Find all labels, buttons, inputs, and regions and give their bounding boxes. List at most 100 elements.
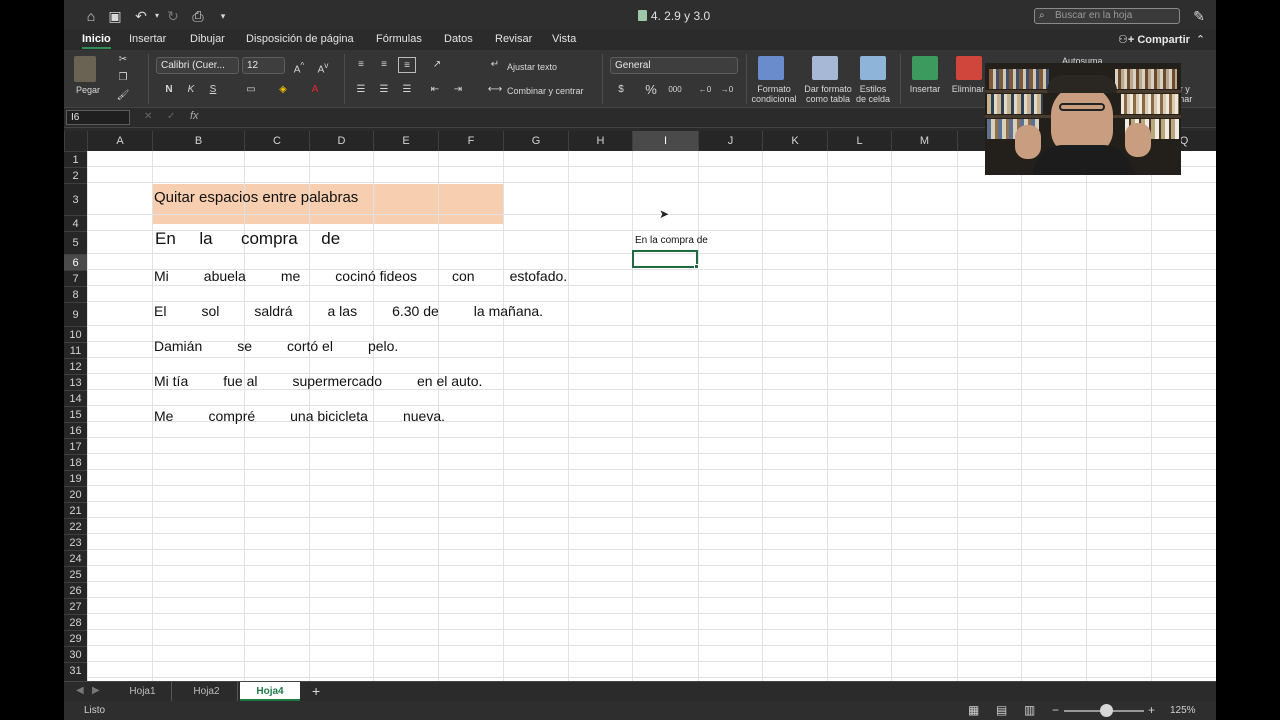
column-header[interactable]: E	[373, 131, 438, 151]
tab-insertar[interactable]: Insertar	[129, 33, 166, 45]
orientation-icon[interactable]: ↗	[428, 57, 446, 73]
cell-b3[interactable]: Quitar espacios entre palabras	[154, 189, 358, 206]
cut-icon[interactable]: ✂	[114, 52, 132, 68]
zoom-level[interactable]: 125%	[1170, 705, 1196, 716]
row-header[interactable]: 4	[64, 215, 87, 231]
row-header[interactable]: 2	[64, 167, 87, 183]
row-header[interactable]: 31	[64, 662, 87, 678]
row-header[interactable]: 22	[64, 518, 87, 534]
row-header[interactable]: 21	[64, 502, 87, 518]
next-sheet-icon[interactable]: ▶	[92, 685, 100, 696]
align-center-icon[interactable]: ☰	[375, 82, 393, 98]
align-left-icon[interactable]: ☰	[352, 82, 370, 98]
merge-center-icon[interactable]: ⟷	[486, 82, 504, 98]
cell-styles-label[interactable]: Estilos de celda	[850, 84, 896, 104]
zoom-out-icon[interactable]: −	[1052, 703, 1059, 717]
align-right-icon[interactable]: ☰	[398, 82, 416, 98]
row-header[interactable]: 7	[64, 270, 87, 286]
column-header[interactable]: K	[762, 131, 827, 151]
normal-view-icon[interactable]: ▦	[968, 703, 979, 717]
copy-icon[interactable]: ❐	[114, 70, 132, 86]
wrap-text-icon[interactable]: ↵	[486, 57, 504, 73]
page-layout-view-icon[interactable]: ▤	[996, 703, 1007, 717]
cell-styles-icon[interactable]	[860, 56, 886, 80]
tab-datos[interactable]: Datos	[444, 33, 473, 45]
underline-button[interactable]: S	[204, 82, 222, 98]
cell-b9[interactable]: El sol saldrá a las 6.30 de la mañana.	[154, 303, 543, 319]
row-header[interactable]: 23	[64, 534, 87, 550]
increase-decimal-icon[interactable]: ←0	[696, 82, 714, 98]
row-header[interactable]: 1	[64, 151, 87, 167]
row-header[interactable]: 13	[64, 374, 87, 390]
cell-b13[interactable]: Mi tía fue al supermercado en el auto.	[154, 373, 482, 389]
name-box[interactable]: I6	[66, 110, 130, 125]
row-header[interactable]: 17	[64, 438, 87, 454]
borders-icon[interactable]: ▭	[242, 82, 260, 98]
delete-cells-label[interactable]: Eliminar	[948, 84, 988, 94]
row-header[interactable]: 9	[64, 302, 87, 326]
column-header[interactable]: J	[698, 131, 762, 151]
tab-revisar[interactable]: Revisar	[495, 33, 532, 45]
worksheet-grid[interactable]: Quitar espacios entre palabras En la com…	[87, 151, 1216, 681]
row-header[interactable]: 5	[64, 231, 87, 254]
confirm-formula-icon[interactable]: ✓	[167, 111, 175, 122]
row-header[interactable]: 28	[64, 614, 87, 630]
redo-icon[interactable]: ↻	[164, 7, 182, 25]
format-as-table-label[interactable]: Dar formato como tabla	[800, 84, 856, 104]
tab-vista[interactable]: Vista	[552, 33, 576, 45]
column-header[interactable]: M	[891, 131, 957, 151]
cell-b5[interactable]: En la compra de	[155, 229, 340, 249]
account-icon[interactable]: ✎	[1190, 7, 1208, 25]
row-header[interactable]: 6	[64, 254, 87, 270]
column-header[interactable]: G	[503, 131, 568, 151]
column-header[interactable]: C	[244, 131, 309, 151]
row-header[interactable]: 14	[64, 390, 87, 406]
format-painter-icon[interactable]: 🖌	[114, 88, 132, 104]
row-header[interactable]: 29	[64, 630, 87, 646]
row-header[interactable]: 20	[64, 486, 87, 502]
row-header[interactable]: 15	[64, 406, 87, 422]
wrap-text-label[interactable]: Ajustar texto	[507, 62, 557, 72]
delete-cells-icon[interactable]	[956, 56, 982, 80]
conditional-format-icon[interactable]	[758, 56, 784, 80]
selected-cell-i6[interactable]	[632, 250, 698, 268]
bold-button[interactable]: N	[160, 82, 178, 98]
cell-b15[interactable]: Me compré una bicicleta nueva.	[154, 408, 445, 424]
row-header[interactable]: 18	[64, 454, 87, 470]
tab-inicio[interactable]: Inicio	[82, 33, 111, 49]
row-header[interactable]: 8	[64, 286, 87, 302]
function-button[interactable]: fx	[190, 110, 199, 122]
format-as-table-icon[interactable]	[812, 56, 838, 80]
row-header[interactable]: 11	[64, 342, 87, 358]
align-bottom-icon[interactable]: ≡	[398, 57, 416, 73]
number-format-select[interactable]: General	[610, 57, 738, 74]
cell-b11[interactable]: Damián se cortó el pelo.	[154, 338, 398, 354]
add-sheet-icon[interactable]: +	[312, 683, 320, 699]
sheet-tab-hoja1[interactable]: Hoja1	[114, 682, 172, 701]
font-name-select[interactable]: Calibri (Cuer...	[156, 57, 239, 74]
row-header[interactable]: 24	[64, 550, 87, 566]
decrease-decimal-icon[interactable]: →0	[718, 82, 736, 98]
row-header[interactable]: 30	[64, 646, 87, 662]
sheet-tab-hoja4[interactable]: Hoja4	[240, 682, 300, 701]
prev-sheet-icon[interactable]: ◀	[76, 685, 84, 696]
sheet-tab-hoja2[interactable]: Hoja2	[176, 682, 238, 701]
customize-toolbar-icon[interactable]: ▾	[214, 7, 232, 25]
insert-cells-label[interactable]: Insertar	[904, 84, 946, 94]
italic-button[interactable]: K	[182, 82, 200, 98]
column-header[interactable]: L	[827, 131, 891, 151]
column-header-selected[interactable]: I	[632, 131, 698, 151]
save-icon[interactable]: ▣	[106, 7, 124, 25]
page-break-view-icon[interactable]: ▥	[1024, 703, 1035, 717]
increase-indent-icon[interactable]: ⇥	[449, 82, 467, 98]
thousands-button[interactable]: 000	[666, 82, 684, 98]
zoom-slider-thumb[interactable]	[1100, 704, 1113, 717]
column-header[interactable]: B	[152, 131, 244, 151]
tab-disposicion[interactable]: Disposición de página	[246, 33, 354, 45]
font-color-icon[interactable]: A	[306, 82, 324, 98]
conditional-format-label[interactable]: Formato condicional	[746, 84, 802, 104]
merge-center-label[interactable]: Combinar y centrar	[507, 86, 584, 96]
decrease-font-icon[interactable]: Av	[314, 57, 332, 75]
home-icon[interactable]: ⌂	[82, 7, 100, 25]
column-header[interactable]: D	[309, 131, 373, 151]
